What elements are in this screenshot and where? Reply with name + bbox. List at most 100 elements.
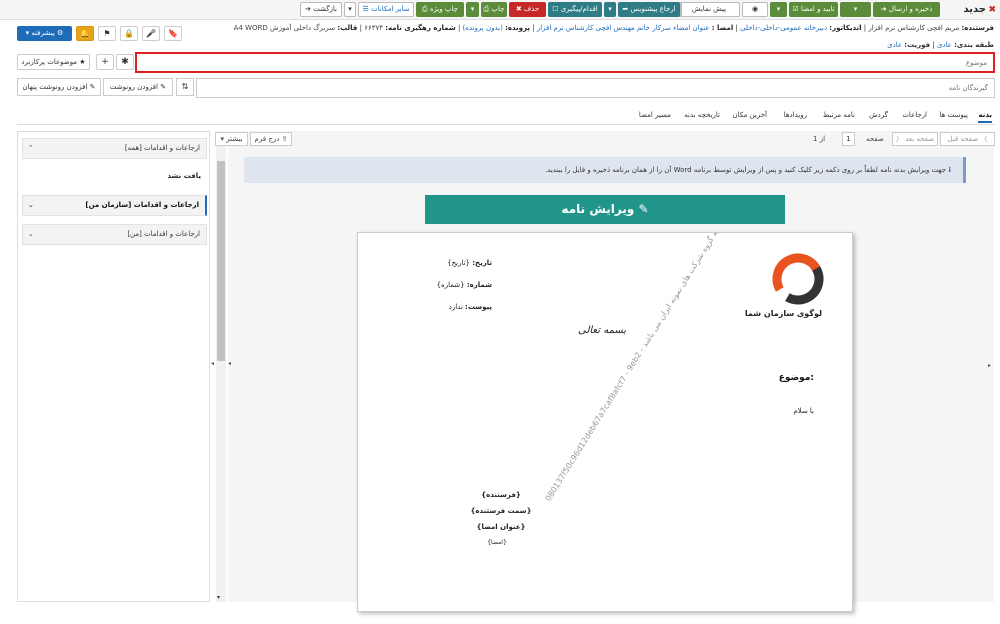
edit-icon: ✎ (89, 83, 96, 91)
tab-related-letter[interactable]: نامه مرتبط (823, 109, 855, 121)
letter-preview: لوگوی سازمان شما تاریخ: {تاریخ} شماره: {… (357, 232, 853, 612)
tab-attachments[interactable]: پیوست ها (940, 109, 968, 121)
recipients-input[interactable] (197, 79, 994, 97)
tab-events[interactable]: رویدادها (784, 109, 807, 121)
save-send-dropdown[interactable]: ▾ (840, 2, 871, 17)
edit-letter-button[interactable]: ✎ ویرایش نامه (425, 195, 785, 224)
square-icon: ☐ (552, 5, 561, 13)
paw-icon[interactable]: ✱ (116, 54, 134, 70)
insert-form-button[interactable]: درج فرم ⇪ (250, 132, 292, 146)
add-hidden-transcript-button[interactable]: افزودن رونوشت پنهان ✎ (17, 78, 101, 96)
delete-button[interactable]: ✖ حذف (509, 2, 546, 17)
save-send-button[interactable]: ➜ ذخیره و ارسال (873, 2, 940, 17)
bismillah: بسمه تعالی (578, 325, 627, 336)
refer-draft-button[interactable]: ➦ ارجاع پیشنویس (618, 2, 680, 17)
printer-icon: ⎙ (422, 5, 430, 13)
print-button[interactable]: ⎙ چاپ (481, 2, 507, 17)
upload-icon: ⇪ (281, 135, 288, 143)
list-icon: ☰ (362, 5, 372, 13)
subject-input[interactable] (137, 54, 993, 71)
signature-title-placeholder: {عنوان امضا} (476, 523, 526, 531)
chevron-down-icon: ⌄ (28, 230, 34, 238)
tab-referrals[interactable]: ارجاعات (902, 109, 927, 121)
more-button[interactable]: ▾ بیشتر (215, 132, 248, 146)
add-transcript-button[interactable]: افزودن رونوشت ✎ (103, 78, 173, 96)
approve-dropdown[interactable]: ▾ (770, 2, 787, 17)
send-icon: ➜ (880, 5, 889, 13)
more-options-dropdown[interactable]: ▾ (344, 2, 356, 17)
scroll-thumb[interactable] (217, 161, 225, 361)
organization-logo (772, 253, 824, 305)
bell-icon[interactable]: 🔔 (76, 26, 94, 41)
page-of-label: از 1 (813, 135, 826, 143)
back-button[interactable]: ➔ بازگشت (300, 2, 342, 17)
info-message: ℹ جهت ویرایش بدنه نامه لطفاً بر روی دکمه… (244, 157, 966, 183)
back-icon: ➔ (304, 5, 314, 13)
preview-button[interactable]: ◉ (742, 2, 768, 17)
subject-field[interactable] (135, 52, 995, 73)
flag-icon[interactable]: ⚑ (98, 26, 116, 41)
recipients-field[interactable] (196, 78, 995, 98)
next-page-button[interactable]: 〉 صفحه بعد (892, 132, 938, 146)
number-line: شماره: {شماره} (436, 281, 492, 289)
chevron-down-icon: ▾ (348, 5, 352, 13)
act-follow-button[interactable]: ☐ اقدام/پیگیری (548, 2, 602, 17)
letter-meta-row2: طبقه بندی: عادی | فوریت: عادی (887, 41, 994, 49)
scroll-down-icon[interactable]: ▾ (217, 594, 220, 601)
microphone-icon[interactable]: 🎤 (142, 26, 160, 41)
settings-icon: ⚙ (54, 29, 64, 37)
chevron-down-icon: ▾ (470, 5, 475, 13)
my-referrals-header[interactable]: ⌄ ارجاعات و اقدامات [من] (22, 224, 207, 245)
chevron-down-icon: ▾ (853, 5, 858, 13)
organization-name: لوگوی سازمان شما (744, 309, 822, 318)
not-found-text: یافت نشد (167, 172, 201, 180)
main-toolbar: ✖ جدید ➜ ذخیره و ارسال ▾ ☑ تایید و امضا … (0, 0, 1000, 20)
add-icon[interactable]: + (96, 54, 114, 70)
chevron-down-icon: ▾ (776, 5, 781, 13)
document-scrollbar[interactable]: ▴ ▾ (216, 131, 226, 602)
chevron-up-icon: ⌃ (28, 144, 34, 152)
page-title: جدید (963, 4, 986, 15)
favorite-subjects-button[interactable]: موضوعات پرکاربرد ★ (17, 54, 90, 70)
page-label: صفحه (866, 135, 884, 143)
tab-circulation[interactable]: گردش (869, 109, 888, 121)
print-dropdown[interactable]: ▾ (466, 2, 479, 17)
eye-icon: ◉ (751, 5, 759, 13)
signature-placeholder: {امضا} (487, 539, 507, 546)
date-line: تاریخ: {تاریخ} (447, 259, 492, 267)
sender-placeholder: {فرستنده} (481, 491, 521, 499)
close-icon[interactable]: ✖ (988, 3, 996, 17)
chevron-down-icon: ⌄ (28, 201, 34, 209)
tab-last-location[interactable]: آخرین مکان (732, 109, 767, 121)
approve-sign-button[interactable]: ☑ تایید و امضا (789, 2, 838, 17)
pager-bar: ▾ بیشتر درج فرم ⇪ از 1 1 صفحه 〉 صفحه بعد… (215, 132, 995, 147)
sender-title-placeholder: {سمت فرستنده} (470, 507, 532, 515)
tab-body-history[interactable]: تاریخچه بدنه (684, 109, 720, 121)
doc-right-arrow-icon[interactable]: ▸ (988, 362, 991, 369)
tab-body[interactable]: بدنه (978, 109, 992, 123)
letter-subject-label: موضوع: (778, 373, 814, 383)
lock-icon[interactable]: 🔒 (120, 26, 138, 41)
doc-left-arrow-icon[interactable]: ◂ (228, 360, 231, 367)
chevron-left-icon: 〈 (978, 135, 988, 143)
advanced-button[interactable]: ▾ پیشرفته ⚙ (17, 26, 72, 41)
check-icon: ☑ (792, 5, 801, 13)
preview-label-button[interactable]: پیش نمایش (678, 2, 740, 17)
collapse-left-icon[interactable]: ◂ (211, 360, 214, 367)
star-icon: ★ (79, 58, 86, 66)
page-number-input[interactable]: 1 (842, 132, 855, 146)
tab-signature-path[interactable]: مسیر امضا (639, 109, 671, 121)
edit-icon: ✎ (634, 202, 649, 216)
org-referrals-header[interactable]: ⌄ ارجاعات و اقدامات [سازمان من] (22, 195, 207, 216)
letter-tabs: بدنه پیوست ها ارجاعات گردش نامه مرتبط رو… (17, 106, 995, 125)
prev-page-button[interactable]: صفحه قبل 〈 (940, 132, 995, 146)
bookmark-icon[interactable]: 🔖 (164, 26, 182, 41)
pencil-icon: ✎ (160, 83, 167, 91)
more-options-button[interactable]: ☰ سایر امکانات (358, 2, 414, 17)
refer-draft-dropdown[interactable]: ▾ (604, 2, 616, 17)
chevron-down-icon: ▾ (608, 5, 612, 13)
share-icon: ➦ (622, 5, 631, 13)
sort-icon[interactable]: ⇅ (176, 78, 194, 96)
special-print-button[interactable]: ⎙ چاپ ویژه (416, 2, 464, 17)
all-referrals-header[interactable]: ⌃ ارجاعات و اقدامات [همه] (22, 138, 207, 159)
